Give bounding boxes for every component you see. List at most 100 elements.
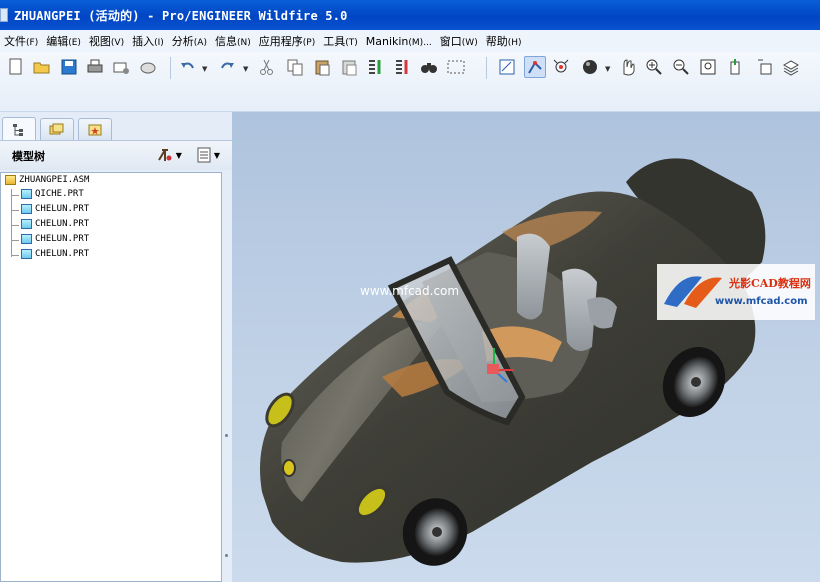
tree-connector	[11, 240, 19, 241]
orient-button[interactable]	[617, 56, 639, 78]
zoom-out-button[interactable]	[670, 56, 692, 78]
watermark-brand: 光影CAD教程网	[729, 277, 811, 290]
chevron-down-icon[interactable]: ▼	[243, 65, 248, 73]
menu-item-shortcut: (F)	[26, 38, 39, 48]
find-button[interactable]	[418, 56, 440, 78]
paste-button[interactable]	[311, 56, 333, 78]
print-button[interactable]	[84, 56, 106, 78]
tab-favorites[interactable]	[78, 118, 112, 140]
toolbar-separator	[486, 57, 487, 79]
graphics-window[interactable]: www.mfcad.com 光影CAD教程网 www.mfcad.com	[232, 112, 820, 582]
spin-center-button[interactable]	[550, 56, 572, 78]
menu-item-4[interactable]: 分析(A)	[168, 33, 211, 49]
tools-icon	[157, 149, 172, 161]
chevron-down-icon[interactable]: ▼	[605, 65, 610, 73]
tree-node-label: ZHUANGPEI.ASM	[19, 175, 90, 185]
copy-icon	[287, 59, 303, 76]
tree-columns-button[interactable]: ▼	[196, 146, 220, 164]
menu-item-label: 文件	[4, 35, 26, 48]
undo-icon	[181, 62, 194, 69]
reorient-button[interactable]	[724, 56, 746, 78]
menu-item-label: 视图	[88, 35, 111, 48]
tree-node-assembly[interactable]: ZHUANGPEI.ASM	[5, 175, 89, 185]
datum-display-button[interactable]	[524, 56, 546, 78]
cut-button[interactable]	[256, 56, 278, 78]
open-folder-button[interactable]	[31, 56, 53, 78]
menu-item-2[interactable]: 视图(V)	[85, 33, 128, 49]
menu-item-shortcut: (A)	[193, 38, 207, 48]
tree-node-part[interactable]: CHELUN.PRT	[21, 219, 89, 229]
redo-button[interactable]	[216, 56, 238, 78]
refit-view-button[interactable]	[697, 56, 719, 78]
menu-item-shortcut: (E)	[68, 38, 81, 48]
fog-light	[282, 459, 296, 477]
menu-item-label: 帮助	[485, 35, 508, 48]
window-title: ZHUANGPEI (活动的) - Pro/ENGINEER Wildfire …	[14, 8, 348, 23]
erase-button[interactable]	[137, 56, 159, 78]
send-mail-icon	[113, 62, 129, 74]
menu-item-6[interactable]: 应用程序(P)	[255, 33, 319, 49]
chevron-down-icon[interactable]: ▼	[202, 65, 207, 73]
shading-icon	[583, 60, 597, 74]
tab-model-tree[interactable]	[2, 117, 36, 141]
paste-special-icon	[342, 60, 357, 76]
regenerate-icon	[369, 60, 381, 74]
splitter-grip	[225, 434, 228, 437]
send-mail-button[interactable]	[110, 56, 132, 78]
zoom-in-button[interactable]	[643, 56, 665, 78]
select-box-button[interactable]	[445, 56, 467, 78]
refit-button[interactable]	[496, 56, 518, 78]
print-icon	[87, 59, 103, 73]
save-icon	[61, 59, 77, 75]
new-file-icon	[9, 58, 22, 75]
tab-folder-browser[interactable]	[40, 118, 74, 140]
annotation-display-icon	[758, 59, 772, 75]
save-button[interactable]	[58, 56, 80, 78]
copy-button[interactable]	[284, 56, 306, 78]
menu-item-shortcut: (M)...	[408, 37, 432, 48]
paste-special-button[interactable]	[338, 56, 360, 78]
regenerate-button[interactable]	[364, 56, 386, 78]
menu-item-label: Manikin	[365, 34, 409, 48]
menu-item-8[interactable]: Manikin(M)...	[362, 35, 436, 48]
datum-display-icon	[528, 61, 542, 74]
toolbar-separator	[170, 57, 171, 79]
model-tree-title: 模型树	[12, 149, 45, 163]
undo-button[interactable]	[177, 56, 199, 78]
menu-item-3[interactable]: 插入(I)	[128, 33, 168, 49]
regenerate-manager-button[interactable]	[391, 56, 413, 78]
watermark-logo	[657, 264, 815, 320]
panel-splitter[interactable]	[222, 172, 232, 582]
menu-item-0[interactable]: 文件(F)	[0, 33, 42, 49]
orient-icon	[623, 59, 635, 76]
car-model[interactable]	[232, 112, 820, 582]
shading-button[interactable]	[579, 56, 601, 78]
menu-item-7[interactable]: 工具(T)	[319, 33, 362, 49]
tree-node-part[interactable]: QICHE.PRT	[21, 189, 84, 199]
menu-item-5[interactable]: 信息(N)	[211, 33, 255, 49]
model-tree: ZHUANGPEI.ASM QICHE.PRT CHELUN.PRT CHELUN.P…	[0, 172, 222, 582]
tree-node-part[interactable]: CHELUN.PRT	[21, 234, 89, 244]
menu-item-9[interactable]: 窗口(W)	[436, 33, 482, 49]
menu-item-10[interactable]: 帮助(H)	[482, 33, 526, 49]
zoom-in-icon	[646, 59, 662, 75]
menu-item-shortcut: (W)	[461, 38, 478, 48]
menu-item-label: 编辑	[46, 35, 69, 48]
select-box-icon	[447, 60, 465, 74]
tree-node-part[interactable]: CHELUN.PRT	[21, 204, 89, 214]
folder-browser-icon	[49, 123, 64, 134]
tree-node-label: QICHE.PRT	[35, 189, 84, 199]
tree-settings-button[interactable]: ▼	[156, 146, 182, 164]
menu-item-1[interactable]: 编辑(E)	[42, 33, 85, 49]
model-tree-icon	[13, 123, 23, 136]
menu-bar: 文件(F) 编辑(E) 视图(V) 插入(I) 分析(A) 信息(N) 应用程序(P) 工具(…	[0, 30, 820, 52]
tree-connector	[11, 210, 19, 211]
menu-item-label: 工具	[323, 35, 346, 48]
model-tree-header: 模型树 ▼ ▼	[0, 140, 232, 170]
zoom-out-icon	[673, 59, 689, 75]
tree-node-part[interactable]: CHELUN.PRT	[21, 249, 89, 259]
annotation-display-button[interactable]	[754, 56, 776, 78]
spin-center-icon	[553, 59, 569, 73]
layers-button[interactable]	[780, 56, 802, 78]
new-file-button[interactable]	[5, 56, 27, 78]
